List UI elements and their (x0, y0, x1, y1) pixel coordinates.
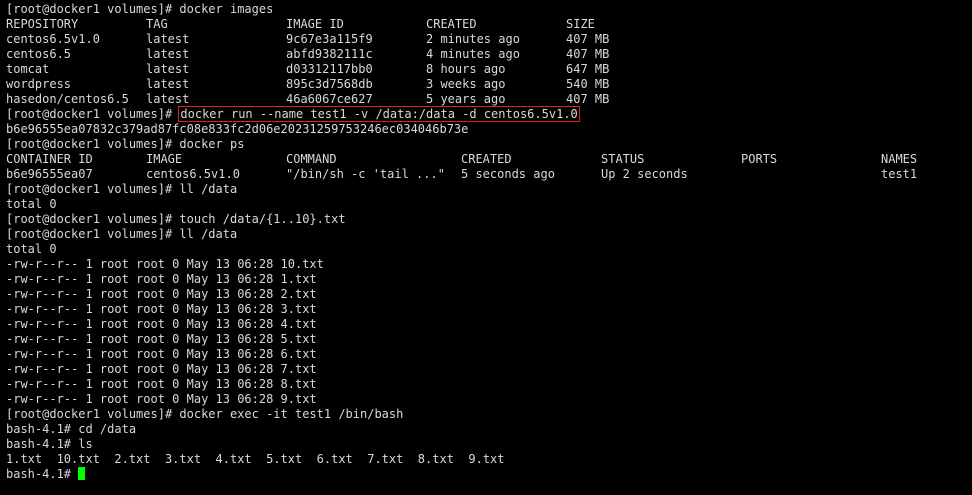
shell-prompt: [root@docker1 volumes]# (6, 2, 180, 16)
images-header-size: SIZE (566, 17, 595, 31)
command-text: docker images (179, 2, 274, 16)
shell-prompt: [root@docker1 volumes]# (6, 182, 180, 196)
image-size: 540 MB (566, 77, 610, 91)
active-command-line[interactable]: bash-4.1# (6, 467, 972, 482)
image-created: 8 hours ago (426, 62, 506, 76)
ps-header-command: COMMAND (286, 152, 337, 166)
terminal-window[interactable]: [root@docker1 volumes]# docker images RE… (0, 0, 972, 495)
images-table-row: centos6.5v1.0 latest 9c67e3a115f9 2 minu… (6, 32, 972, 47)
file-listing-row: -rw-r--r-- 1 root root 0 May 13 06:28 10… (6, 257, 324, 271)
total-output: total 0 (6, 197, 57, 211)
image-id: d03312117bb0 (286, 62, 373, 76)
image-size: 407 MB (566, 47, 610, 61)
file-listing-row: -rw-r--r-- 1 root root 0 May 13 06:28 5.… (6, 332, 317, 346)
command-text: cd /data (78, 422, 137, 436)
image-created: 5 years ago (426, 92, 506, 106)
text-cursor[interactable] (78, 467, 86, 480)
image-repository: hasedon/centos6.5 (6, 92, 129, 106)
image-repository: wordpress (6, 77, 72, 91)
container-name: test1 (881, 167, 918, 181)
command-line: bash-4.1# ls (6, 437, 972, 452)
command-line: bash-4.1# cd /data (6, 422, 972, 437)
container-image: centos6.5v1.0 (146, 167, 240, 181)
container-hash-output: b6e96555ea07832c379ad87fc08e833fc2d06e20… (6, 122, 469, 136)
file-listing-row: -rw-r--r-- 1 root root 0 May 13 06:28 8.… (6, 377, 317, 391)
command-line: [root@docker1 volumes]# docker exec -it … (6, 407, 972, 422)
ps-header-status: STATUS (601, 152, 645, 166)
container-command: "/bin/sh -c 'tail ..." (286, 167, 445, 181)
ps-header-ports: PORTS (741, 152, 778, 166)
file-listing-row: -rw-r--r-- 1 root root 0 May 13 06:28 1.… (6, 272, 317, 286)
images-header-image-id: IMAGE ID (286, 17, 344, 31)
command-line: [root@docker1 volumes]# ll /data (6, 227, 972, 242)
images-header-row: REPOSITORY TAG IMAGE ID CREATED SIZE (6, 17, 972, 32)
image-id: 46a6067ce627 (286, 92, 373, 106)
command-text: ls (78, 437, 93, 451)
images-table-row: tomcat latest d03312117bb0 8 hours ago 6… (6, 62, 972, 77)
bash-prompt: bash-4.1# (6, 422, 79, 436)
command-line: [root@docker1 volumes]# touch /data/{1..… (6, 212, 972, 227)
shell-prompt: [root@docker1 volumes]# (6, 407, 180, 421)
image-tag: latest (146, 77, 190, 91)
image-repository: centos6.5v1.0 (6, 32, 100, 46)
file-listing-row: -rw-r--r-- 1 root root 0 May 13 06:28 4.… (6, 317, 317, 331)
ps-table-row: b6e96555ea07 centos6.5v1.0 "/bin/sh -c '… (6, 167, 972, 182)
image-size: 647 MB (566, 62, 610, 76)
command-text: ll /data (179, 182, 238, 196)
total-output: total 0 (6, 242, 57, 256)
file-listing-row: -rw-r--r-- 1 root root 0 May 13 06:28 3.… (6, 302, 317, 316)
image-tag: latest (146, 62, 190, 76)
command-text: docker ps (179, 137, 245, 151)
command-text: docker exec -it test1 /bin/bash (179, 407, 404, 421)
image-created: 2 minutes ago (426, 32, 520, 46)
image-tag: latest (146, 47, 190, 61)
image-tag: latest (146, 92, 190, 106)
command-text: ll /data (179, 227, 238, 241)
command-line: [root@docker1 volumes]# docker run --nam… (6, 106, 972, 122)
images-header-repository: REPOSITORY (6, 17, 79, 31)
container-id: b6e96555ea07 (6, 167, 93, 181)
command-text: touch /data/{1..10}.txt (179, 212, 346, 226)
shell-prompt: [root@docker1 volumes]# (6, 137, 180, 151)
image-id: 895c3d7568db (286, 77, 373, 91)
image-id: 9c67e3a115f9 (286, 32, 373, 46)
image-tag: latest (146, 32, 190, 46)
ls-output: 1.txt 10.txt 2.txt 3.txt 4.txt 5.txt 6.t… (6, 452, 505, 466)
shell-prompt: [root@docker1 volumes]# (6, 212, 180, 226)
ps-header-row: CONTAINER ID IMAGE COMMAND CREATED STATU… (6, 152, 972, 167)
image-id: abfd9382111c (286, 47, 373, 61)
ps-header-names: NAMES (881, 152, 918, 166)
bash-prompt: bash-4.1# (6, 467, 79, 481)
command-line: [root@docker1 volumes]# docker ps (6, 137, 972, 152)
command-line: [root@docker1 volumes]# docker images (6, 2, 972, 17)
ps-header-created: CREATED (461, 152, 512, 166)
file-listing-row: -rw-r--r-- 1 root root 0 May 13 06:28 6.… (6, 347, 317, 361)
file-listing-row: -rw-r--r-- 1 root root 0 May 13 06:28 9.… (6, 392, 317, 406)
ps-header-image: IMAGE (146, 152, 183, 166)
command-line: [root@docker1 volumes]# ll /data (6, 182, 972, 197)
file-listing-row: -rw-r--r-- 1 root root 0 May 13 06:28 7.… (6, 362, 317, 376)
images-table-row: hasedon/centos6.5 latest 46a6067ce627 5 … (6, 92, 972, 107)
image-repository: tomcat (6, 62, 50, 76)
image-size: 407 MB (566, 32, 610, 46)
images-table-row: wordpress latest 895c3d7568db 3 weeks ag… (6, 77, 972, 92)
images-table-row: centos6.5 latest abfd9382111c 4 minutes … (6, 47, 972, 62)
shell-prompt: [root@docker1 volumes]# (6, 107, 180, 121)
image-size: 407 MB (566, 92, 610, 106)
bash-prompt: bash-4.1# (6, 437, 79, 451)
ps-header-container-id: CONTAINER ID (6, 152, 93, 166)
container-created: 5 seconds ago (461, 167, 555, 181)
images-header-tag: TAG (146, 17, 168, 31)
shell-prompt: [root@docker1 volumes]# (6, 227, 180, 241)
file-listing-row: -rw-r--r-- 1 root root 0 May 13 06:28 2.… (6, 287, 317, 301)
highlighted-command-text: docker run --name test1 -v /data:/data -… (178, 106, 580, 122)
images-header-created: CREATED (426, 17, 477, 31)
image-repository: centos6.5 (6, 47, 72, 61)
image-created: 3 weeks ago (426, 77, 506, 91)
image-created: 4 minutes ago (426, 47, 520, 61)
container-status: Up 2 seconds (601, 167, 688, 181)
